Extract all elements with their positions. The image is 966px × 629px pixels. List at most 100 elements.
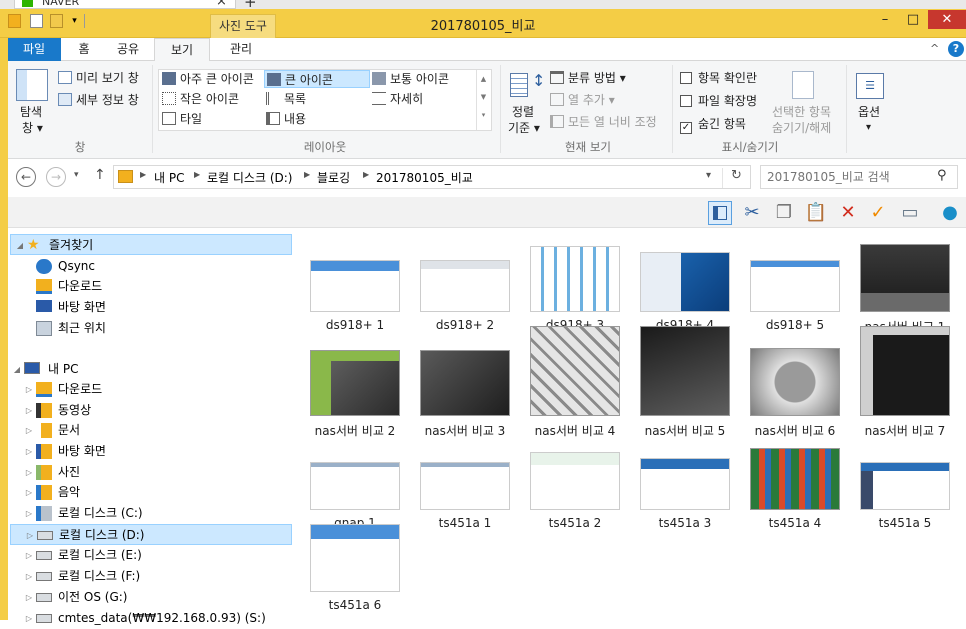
breadcrumb-blogging[interactable]: 블로깅 [317, 169, 350, 186]
file-item[interactable]: nas서버 비교 4 [520, 326, 630, 439]
ribbon-collapse-icon[interactable]: ^ [930, 42, 939, 55]
item-checkboxes-toggle[interactable]: 항목 확인란 [680, 69, 757, 87]
item-checkboxes-checkbox[interactable] [680, 72, 692, 84]
layout-scroll-icon[interactable]: ▲ ▼ ▾ [476, 70, 490, 130]
minimize-button[interactable]: – [872, 10, 898, 29]
file-item[interactable]: ds918+ 3 [520, 246, 630, 332]
file-name[interactable]: nas서버 비교 3 [410, 422, 520, 439]
nav-pc-drive-g[interactable]: ▷ 이전 OS (G:) [8, 587, 300, 608]
nav-favorites[interactable]: ◢ ★ 즐겨찾기 [10, 234, 292, 255]
file-item[interactable]: nas서버 비교 6 [740, 348, 850, 439]
nav-item-downloads[interactable]: 다운로드 [8, 276, 300, 297]
file-item[interactable]: ds918+ 1 [300, 260, 410, 332]
file-thumbnail[interactable] [640, 252, 730, 312]
collapse-arrow-icon[interactable]: ◢ [12, 359, 22, 380]
file-item[interactable]: ts451a 5 [850, 462, 960, 530]
nav-pc-drive-e[interactable]: ▷ 로컬 디스크 (E:) [8, 545, 300, 566]
refresh-button[interactable]: ↻ [722, 168, 750, 188]
file-thumbnail[interactable] [750, 260, 840, 312]
file-item[interactable]: nas서버 비교 3 [410, 350, 520, 439]
forward-button[interactable]: → [46, 167, 66, 187]
hide-selected-label-2[interactable]: 숨기기/해제 [772, 119, 831, 137]
up-button[interactable]: ↑ [94, 167, 106, 183]
search-input[interactable] [767, 169, 927, 185]
nav-pc-drive-d[interactable]: ▷ 로컬 디스크 (D:) [10, 524, 292, 545]
file-thumbnail[interactable] [310, 462, 400, 510]
file-name[interactable]: ts451a 3 [630, 516, 740, 530]
address-bar[interactable]: ▶ 내 PC ▶ 로컬 디스크 (D:) ▶ 블로깅 ▶ 201780105_비… [113, 165, 751, 189]
back-button[interactable]: ← [16, 167, 36, 187]
file-thumbnail[interactable] [310, 524, 400, 592]
nav-pc-network-drive-s[interactable]: ▷ cmtes_data(₩₩192.168.0.93) (S:) [8, 608, 300, 629]
file-name[interactable]: ts451a 5 [850, 516, 960, 530]
nav-item-qsync[interactable]: Qsync [8, 256, 300, 277]
file-extensions-toggle[interactable]: 파일 확장명 [680, 92, 757, 110]
size-all-columns-button[interactable]: 모든 열 너비 조정 [550, 113, 657, 131]
collapse-arrow-icon[interactable]: ◢ [15, 235, 25, 256]
file-name[interactable]: ts451a 6 [300, 598, 410, 612]
options-dropdown[interactable]: ▾ [866, 119, 871, 137]
file-name[interactable]: ts451a 1 [410, 516, 520, 530]
file-item[interactable]: nas서버 비교 2 [300, 350, 410, 439]
file-item[interactable]: nas서버 비교 1 [850, 244, 960, 335]
tab-share[interactable]: 공유 [106, 38, 150, 61]
file-item[interactable]: ts451a 4 [740, 448, 850, 530]
file-thumbnail[interactable] [530, 452, 620, 510]
file-extensions-checkbox[interactable] [680, 95, 692, 107]
cut-icon[interactable]: ✂ [740, 201, 764, 225]
file-item[interactable]: qnap 1 [300, 462, 410, 530]
close-button[interactable]: ✕ [928, 10, 966, 29]
file-item[interactable]: ds918+ 4 [630, 252, 740, 332]
file-thumbnail[interactable] [420, 350, 510, 416]
file-name[interactable]: nas서버 비교 4 [520, 422, 630, 439]
layout-toggle-button[interactable] [708, 201, 732, 225]
group-by-button[interactable]: 분류 방법 ▾ [550, 69, 626, 87]
preview-pane-button[interactable]: 미리 보기 창 [58, 69, 139, 87]
delete-icon[interactable]: ✕ [836, 201, 860, 225]
layout-details[interactable]: 자세히 [372, 90, 423, 108]
file-thumbnail[interactable] [420, 462, 510, 510]
browser-new-tab-icon[interactable]: + [244, 0, 257, 9]
file-thumbnail[interactable] [860, 462, 950, 510]
nav-pc-drive-f[interactable]: ▷ 로컬 디스크 (F:) [8, 566, 300, 587]
file-item[interactable]: nas서버 비교 7 [850, 326, 960, 439]
file-thumbnail[interactable] [750, 448, 840, 510]
file-thumbnail[interactable] [640, 326, 730, 416]
file-item[interactable]: ts451a 3 [630, 458, 740, 530]
file-thumbnail[interactable] [860, 244, 950, 312]
nav-pc-music[interactable]: ▷ 음악 [8, 482, 300, 503]
nav-pc-documents[interactable]: ▷ 문서 [8, 420, 300, 441]
breadcrumb-current-folder[interactable]: 201780105_비교 [376, 169, 473, 186]
layout-list[interactable]: 목록 [266, 90, 306, 108]
hidden-items-checkbox[interactable]: ✓ [680, 122, 692, 134]
browser-tab-close-icon[interactable]: × [216, 0, 227, 9]
file-name[interactable]: nas서버 비교 7 [850, 422, 960, 439]
nav-item-recent-places[interactable]: 최근 위치 [8, 318, 300, 339]
file-name[interactable]: ds918+ 2 [410, 318, 520, 332]
paste-icon[interactable]: 📋 [804, 201, 828, 225]
file-item[interactable]: nas서버 비교 5 [630, 326, 740, 439]
nav-this-pc[interactable]: ◢ 내 PC [8, 359, 300, 380]
layout-extra-large-icons[interactable]: 아주 큰 아이콘 [162, 70, 254, 88]
breadcrumb-chevron-icon[interactable]: ▶ [363, 170, 369, 179]
tab-view[interactable]: 보기 [154, 38, 210, 62]
file-thumbnail[interactable] [530, 246, 620, 312]
file-thumbnail[interactable] [750, 348, 840, 416]
file-item[interactable]: ts451a 1 [410, 462, 520, 530]
search-icon[interactable]: ⚲ [937, 168, 947, 183]
nav-pc-desktop[interactable]: ▷ 바탕 화면 [8, 441, 300, 462]
file-thumbnail[interactable] [420, 260, 510, 312]
tab-file[interactable]: 파일 [7, 38, 61, 61]
layout-large-icons[interactable]: 큰 아이콘 [264, 70, 370, 88]
nav-pc-videos[interactable]: ▷ 동영상 [8, 400, 300, 421]
breadcrumb-chevron-icon[interactable]: ▶ [140, 170, 146, 179]
details-pane-button[interactable]: 세부 정보 창 [58, 91, 139, 109]
file-item[interactable]: ds918+ 5 [740, 260, 850, 332]
file-item[interactable]: ts451a 2 [520, 452, 630, 530]
copy-icon[interactable]: ❐ [772, 201, 796, 225]
layout-small-icons[interactable]: 작은 아이콘 [162, 90, 239, 108]
help-icon[interactable]: ? [948, 41, 964, 57]
file-thumbnail[interactable] [640, 458, 730, 510]
layout-tiles[interactable]: 타일 [162, 110, 202, 128]
file-name[interactable]: ts451a 2 [520, 516, 630, 530]
